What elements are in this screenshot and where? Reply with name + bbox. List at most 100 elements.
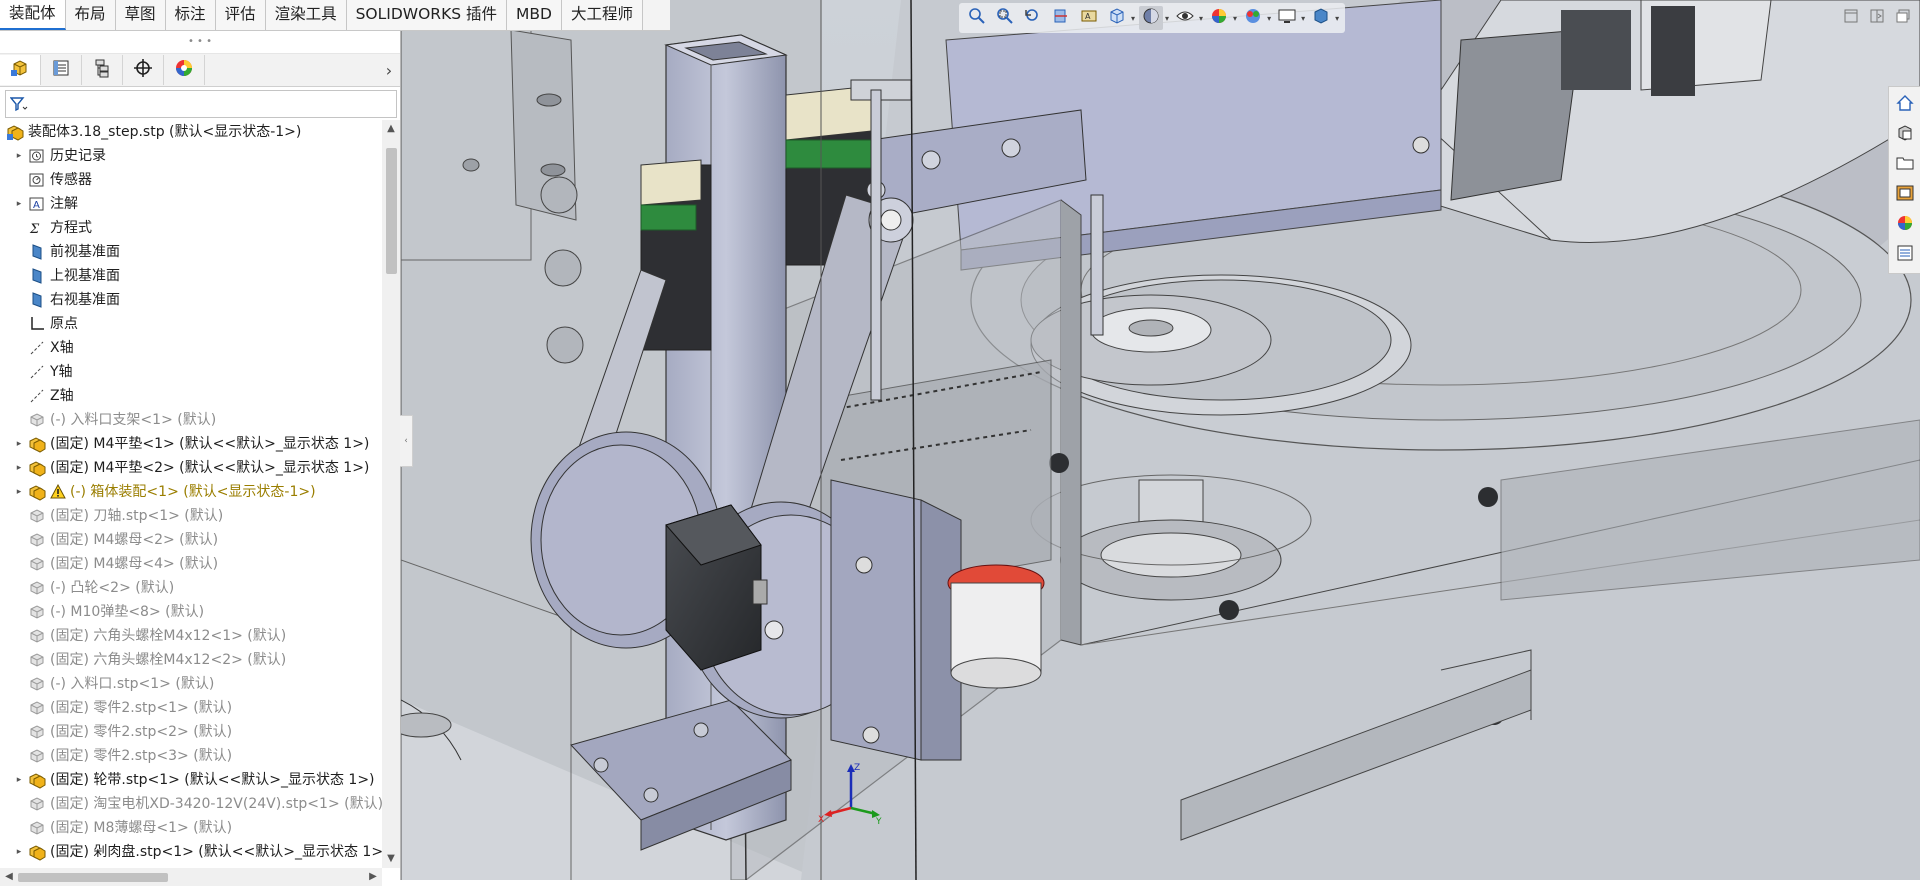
- display-style-button[interactable]: [1139, 6, 1164, 30]
- tree-item-19[interactable]: (-) M10弹垫<8> (默认): [0, 600, 382, 624]
- panel-grip[interactable]: • • •: [0, 31, 400, 54]
- tree-item-6[interactable]: 右视基准面: [0, 288, 382, 312]
- 3d-view-button[interactable]: [1309, 6, 1333, 30]
- expand-arrow-icon[interactable]: ▸: [14, 840, 24, 864]
- tree-horizontal-scrollbar[interactable]: ◀ ▶: [0, 868, 382, 886]
- scroll-right-arrow-icon[interactable]: ▶: [364, 868, 382, 886]
- assembly-model[interactable]: [401, 0, 1920, 880]
- tree-item-0[interactable]: ▸ 历史记录: [0, 144, 382, 168]
- dropdown-arrow-icon[interactable]: ▾: [1165, 14, 1169, 23]
- dropdown-arrow-icon[interactable]: ▾: [1301, 14, 1305, 23]
- scroll-thumb[interactable]: [386, 148, 397, 274]
- panel-collapse-handle[interactable]: ‹: [400, 415, 413, 467]
- expand-arrow-icon[interactable]: ▸: [14, 480, 24, 504]
- view-palette-tab[interactable]: [1891, 181, 1919, 209]
- tree-item-22[interactable]: (-) 入料口.stp<1> (默认): [0, 672, 382, 696]
- tree-item-17[interactable]: (固定) M4螺母<4> (默认): [0, 552, 382, 576]
- tree-item-1[interactable]: 传感器: [0, 168, 382, 192]
- scroll-up-arrow-icon[interactable]: ▲: [382, 120, 400, 138]
- tree-item-7[interactable]: 原点: [0, 312, 382, 336]
- tree-item-10[interactable]: Z轴: [0, 384, 382, 408]
- cm-tab-6[interactable]: SOLIDWORKS 插件: [346, 0, 508, 30]
- tree-filter-input[interactable]: [32, 92, 396, 116]
- tree-item-16[interactable]: (固定) M4螺母<2> (默认): [0, 528, 382, 552]
- tree-item-28[interactable]: (固定) M8薄螺母<1> (默认): [0, 816, 382, 840]
- tree-item-18[interactable]: (-) 凸轮<2> (默认): [0, 576, 382, 600]
- cm-tab-3[interactable]: 标注: [165, 0, 216, 30]
- dropdown-arrow-icon[interactable]: ▾: [1335, 14, 1339, 23]
- tree-item-3[interactable]: Σ 方程式: [0, 216, 382, 240]
- expand-arrow-icon[interactable]: ▸: [14, 192, 24, 216]
- tree-item-5[interactable]: 上视基准面: [0, 264, 382, 288]
- tree-item-13[interactable]: ▸ (固定) M4平垫<2> (默认<<默认>_显示状态 1>): [0, 456, 382, 480]
- tree-item-20[interactable]: (固定) 六角头螺栓M4x12<1> (默认): [0, 624, 382, 648]
- maximize-icon[interactable]: [1892, 6, 1914, 26]
- cm-tab-7[interactable]: MBD: [507, 0, 562, 30]
- dynamic-annotation-button[interactable]: A: [1077, 6, 1101, 30]
- zoom-to-fit-button[interactable]: [965, 6, 989, 30]
- appearances-tab[interactable]: [1891, 211, 1919, 239]
- tree-item-14[interactable]: ▸ (-) 箱体装配<1> (默认<显示状态-1>): [0, 480, 382, 504]
- displaymanager-tab[interactable]: [164, 55, 205, 85]
- tree-item-9[interactable]: Y轴: [0, 360, 382, 384]
- dimxpertmanager-tab[interactable]: [123, 55, 164, 85]
- dropdown-arrow-icon[interactable]: ▾: [1131, 14, 1135, 23]
- view-settings-button[interactable]: [1275, 6, 1299, 30]
- hide-show-items-button[interactable]: [1173, 6, 1197, 30]
- apply-scene-button[interactable]: [1241, 6, 1265, 30]
- scroll-left-arrow-icon[interactable]: ◀: [0, 868, 18, 886]
- home-tab[interactable]: [1891, 91, 1919, 119]
- expand-arrow-icon[interactable]: ▸: [14, 144, 24, 168]
- previous-view-button[interactable]: [1021, 6, 1045, 30]
- tree-item-label: 注解: [50, 196, 78, 212]
- tree-vertical-scrollbar[interactable]: ▲ ▼: [382, 120, 400, 868]
- cm-tab-4[interactable]: 评估: [215, 0, 266, 30]
- design-library-tab[interactable]: [1891, 121, 1919, 149]
- filter-icon[interactable]: [6, 92, 32, 116]
- expand-arrow-icon[interactable]: ▸: [14, 432, 24, 456]
- svg-text:Σ: Σ: [29, 222, 40, 237]
- dropdown-arrow-icon[interactable]: ▾: [1267, 14, 1271, 23]
- tile-icon[interactable]: [1866, 6, 1888, 26]
- cm-tab-1[interactable]: 布局: [65, 0, 116, 30]
- tree-item-15[interactable]: (固定) 刀轴.stp<1> (默认): [0, 504, 382, 528]
- tree-item-12[interactable]: ▸ (固定) M4平垫<1> (默认<<默认>_显示状态 1>): [0, 432, 382, 456]
- tree-item-21[interactable]: (固定) 六角头螺栓M4x12<2> (默认): [0, 648, 382, 672]
- dropdown-arrow-icon[interactable]: ▾: [1199, 14, 1203, 23]
- tree-item-24[interactable]: (固定) 零件2.stp<2> (默认): [0, 720, 382, 744]
- dropdown-arrow-icon[interactable]: ▾: [1233, 14, 1237, 23]
- tree-item-26[interactable]: ▸ (固定) 轮带.stp<1> (默认<<默认>_显示状态 1>): [0, 768, 382, 792]
- view-orientation-button[interactable]: [1105, 6, 1129, 30]
- tree-root-assembly[interactable]: 装配体3.18_step.stp (默认<显示状态-1>): [0, 120, 382, 144]
- plane-icon: [28, 243, 46, 261]
- graphics-area[interactable]: A ▾ ▾ ▾ ▾ ▾ ▾ ▾ Z X Y: [401, 0, 1920, 880]
- tree-item-25[interactable]: (固定) 零件2.stp<3> (默认): [0, 744, 382, 768]
- scroll-down-arrow-icon[interactable]: ▼: [382, 850, 400, 868]
- cm-tab-0[interactable]: 装配体: [0, 0, 66, 30]
- custom-properties-tab[interactable]: [1891, 241, 1919, 269]
- tree-item-4[interactable]: 前视基准面: [0, 240, 382, 264]
- tree-item-8[interactable]: X轴: [0, 336, 382, 360]
- restore-icon[interactable]: [1840, 6, 1862, 26]
- tree-item-11[interactable]: (-) 入料口支架<1> (默认): [0, 408, 382, 432]
- cm-tab-8[interactable]: 大工程师: [561, 0, 643, 30]
- annotation-icon: A: [28, 195, 46, 213]
- expand-arrow-icon[interactable]: ▸: [14, 456, 24, 480]
- propertymanager-tab[interactable]: [41, 55, 82, 85]
- tree-item-label: 原点: [50, 316, 78, 332]
- tree-item-29[interactable]: ▸ (固定) 剁肉盘.stp<1> (默认<<默认>_显示状态 1>): [0, 840, 382, 864]
- cm-tab-2[interactable]: 草图: [115, 0, 166, 30]
- edit-appearance-button[interactable]: [1207, 6, 1231, 30]
- file-explorer-tab[interactable]: [1891, 151, 1919, 179]
- featuremanager-tab[interactable]: [0, 55, 41, 85]
- cm-tab-5[interactable]: 渲染工具: [265, 0, 347, 30]
- configurationmanager-tab[interactable]: [82, 55, 123, 85]
- tree-item-27[interactable]: (固定) 淘宝电机XD-3420-12V(24V).stp<1> (默认): [0, 792, 382, 816]
- tree-item-23[interactable]: (固定) 零件2.stp<1> (默认): [0, 696, 382, 720]
- section-view-button[interactable]: [1049, 6, 1073, 30]
- panel-more-chevron-icon[interactable]: ›: [378, 61, 400, 80]
- scroll-thumb-horizontal[interactable]: [18, 873, 168, 882]
- expand-arrow-icon[interactable]: ▸: [14, 768, 24, 792]
- zoom-to-area-button[interactable]: [993, 6, 1017, 30]
- tree-item-2[interactable]: ▸ A 注解: [0, 192, 382, 216]
